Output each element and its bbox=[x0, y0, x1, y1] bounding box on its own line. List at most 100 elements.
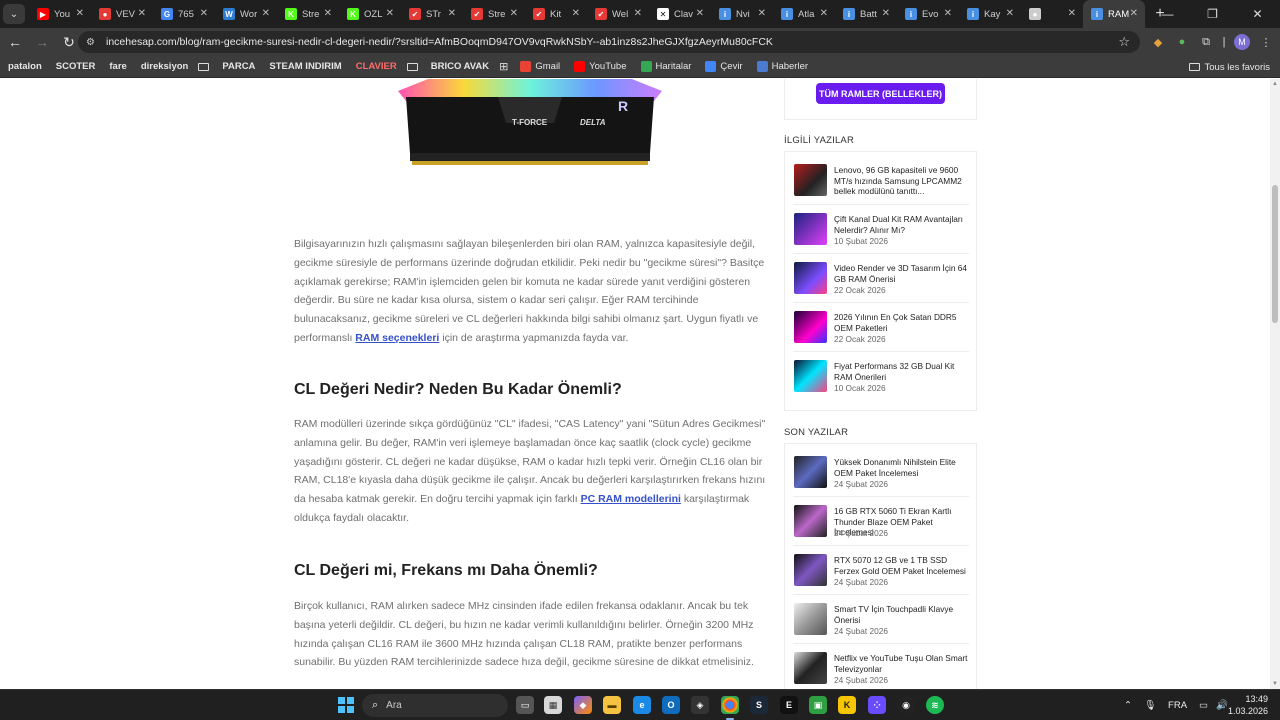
bookmark-star-icon[interactable]: ☆ bbox=[1118, 34, 1130, 50]
browser-tab[interactable]: i Evo ✕ bbox=[897, 0, 959, 28]
site-info-icon[interactable]: ⚙ bbox=[86, 37, 104, 48]
browser-tab[interactable]: i Kay ✕ bbox=[959, 0, 1021, 28]
scroll-up-icon[interactable]: ▲ bbox=[1272, 81, 1278, 87]
close-window-button[interactable]: ✕ bbox=[1235, 0, 1280, 28]
post-title[interactable]: Fiyat Performans 32 GB Dual Kit RAM Öner… bbox=[834, 361, 970, 382]
sidebar-post-item[interactable]: Netflix ve YouTube Tuşu Olan Smart Telev… bbox=[793, 644, 969, 689]
tab-close-icon[interactable]: ✕ bbox=[572, 8, 580, 19]
url-text[interactable]: incehesap.com/blog/ram-gecikme-suresi-ne… bbox=[106, 36, 773, 48]
spotify-icon[interactable]: ≋ bbox=[926, 696, 944, 714]
tab-close-icon[interactable]: ✕ bbox=[386, 8, 394, 19]
sidebar-post-item[interactable]: 2026 Yılının En Çok Satan DDR5 OEM Paket… bbox=[793, 303, 969, 352]
post-title[interactable]: 2026 Yılının En Çok Satan DDR5 OEM Paket… bbox=[834, 312, 970, 333]
bookmark-item[interactable]: STEAM INDIRIM bbox=[269, 61, 341, 72]
post-thumbnail-image[interactable] bbox=[794, 603, 827, 635]
post-title[interactable]: Lenovo, 96 GB kapasiteli ve 9600 MT/s hı… bbox=[834, 165, 970, 197]
post-title[interactable]: Video Render ve 3D Tasarım İçin 64 GB RA… bbox=[834, 263, 970, 284]
task-view-icon[interactable]: ▭ bbox=[516, 696, 534, 714]
store-icon[interactable]: ▦ bbox=[544, 696, 562, 714]
tab-close-icon[interactable]: ✕ bbox=[510, 8, 518, 19]
bookmark-item[interactable]: BRICO AVAK bbox=[431, 61, 489, 72]
bookmark-item[interactable]: direksiyon bbox=[141, 61, 189, 72]
browser-tab[interactable]: ✔ Kit ✕ bbox=[525, 0, 587, 28]
tab-close-icon[interactable]: ✕ bbox=[138, 8, 146, 19]
bookmark-folder-icon[interactable] bbox=[198, 62, 210, 71]
sidebar-post-item[interactable]: 16 GB RTX 5060 Ti Ekran Kartlı Thunder B… bbox=[793, 497, 969, 546]
browser-tab[interactable]: ✔ Wel ✕ bbox=[587, 0, 649, 28]
browser-tab[interactable]: K Stre ✕ bbox=[277, 0, 339, 28]
browser-tab[interactable]: K OZL ✕ bbox=[339, 0, 401, 28]
all-rams-button[interactable]: TÜM RAMLER (BELLEKLER) bbox=[816, 83, 945, 104]
tab-close-icon[interactable]: ✕ bbox=[634, 8, 642, 19]
bookmark-item[interactable]: SCOTER bbox=[56, 61, 96, 72]
browser-tab[interactable]: i Nvi ✕ bbox=[711, 0, 773, 28]
bookmark-item[interactable]: CLAVIER bbox=[356, 61, 397, 72]
tab-close-icon[interactable]: ✕ bbox=[758, 8, 766, 19]
sidebar-post-item[interactable]: Fiyat Performans 32 GB Dual Kit RAM Öner… bbox=[793, 352, 969, 401]
post-thumbnail-image[interactable] bbox=[794, 311, 827, 343]
bookmark-item[interactable]: Gmail bbox=[520, 61, 560, 72]
tab-close-icon[interactable]: ✕ bbox=[448, 8, 456, 19]
network-icon[interactable]: ▭ bbox=[1199, 700, 1208, 711]
bookmark-item[interactable]: YouTube bbox=[574, 61, 627, 72]
edge-icon[interactable]: e bbox=[633, 696, 651, 714]
taskbar-clock[interactable]: 13:49 1.03.2026 bbox=[1228, 693, 1268, 717]
grid-app-icon[interactable]: ⁘ bbox=[868, 696, 886, 714]
extensions-puzzle-icon[interactable]: ⧉ bbox=[1196, 32, 1216, 52]
chrome-icon[interactable] bbox=[721, 696, 739, 714]
browser-tab[interactable]: G 765 ✕ bbox=[153, 0, 215, 28]
start-button[interactable] bbox=[338, 697, 354, 713]
sidebar-post-item[interactable]: Video Render ve 3D Tasarım İçin 64 GB RA… bbox=[793, 254, 969, 303]
game-app-icon[interactable]: ▣ bbox=[809, 696, 827, 714]
post-title[interactable]: Netflix ve YouTube Tuşu Olan Smart Telev… bbox=[834, 653, 970, 674]
browser-tab[interactable]: i Atla ✕ bbox=[773, 0, 835, 28]
language-indicator[interactable]: FRA bbox=[1168, 700, 1187, 711]
post-title[interactable]: Yüksek Donanımlı Nihilstein Elite OEM Pa… bbox=[834, 457, 970, 478]
extension-icon-2[interactable]: ● bbox=[1172, 32, 1192, 52]
browser-tab[interactable]: ✔ Stre ✕ bbox=[463, 0, 525, 28]
app-icon[interactable]: ◈ bbox=[691, 696, 709, 714]
post-thumbnail-image[interactable] bbox=[794, 554, 827, 586]
post-title[interactable]: RTX 5070 12 GB ve 1 TB SSD Ferzex Gold O… bbox=[834, 555, 970, 576]
extension-icon[interactable]: ◆ bbox=[1148, 32, 1168, 52]
bookmark-item[interactable]: Haritalar bbox=[640, 61, 691, 72]
post-thumbnail-image[interactable] bbox=[794, 262, 827, 294]
post-title[interactable]: Smart TV İçin Touchpadli Klavye Önerisi bbox=[834, 604, 970, 625]
address-bar[interactable]: ⚙ incehesap.com/blog/ram-gecikme-suresi-… bbox=[78, 31, 1140, 53]
minimize-button[interactable]: — bbox=[1145, 0, 1190, 28]
browser-tab[interactable]: i RAM ✕ bbox=[1083, 0, 1145, 28]
bookmark-item[interactable]: Haberler bbox=[756, 61, 808, 72]
post-thumbnail-image[interactable] bbox=[794, 213, 827, 245]
browser-tab[interactable]: ▶ You ✕ bbox=[29, 0, 91, 28]
tab-close-icon[interactable]: ✕ bbox=[1006, 8, 1014, 19]
tab-close-icon[interactable]: ✕ bbox=[696, 8, 704, 19]
volume-icon[interactable]: 🔊 bbox=[1216, 700, 1228, 711]
app-k-icon[interactable]: K bbox=[838, 696, 856, 714]
apps-grid-icon[interactable]: ⊞ bbox=[499, 60, 508, 73]
tab-close-icon[interactable]: ✕ bbox=[1130, 8, 1138, 19]
tab-close-icon[interactable]: ✕ bbox=[882, 8, 890, 19]
steam-icon[interactable]: S bbox=[750, 696, 768, 714]
post-thumbnail-image[interactable] bbox=[794, 164, 827, 196]
forward-button[interactable]: → bbox=[30, 30, 54, 54]
file-explorer-icon[interactable]: ▬ bbox=[603, 696, 621, 714]
ram-options-link[interactable]: RAM seçenekleri bbox=[355, 332, 439, 344]
post-thumbnail-image[interactable] bbox=[794, 456, 827, 488]
tab-close-icon[interactable]: ✕ bbox=[944, 8, 952, 19]
bookmark-item[interactable]: patalon bbox=[8, 61, 42, 72]
bookmark-item[interactable]: PARCA bbox=[222, 61, 255, 72]
scroll-down-icon[interactable]: ▼ bbox=[1272, 681, 1278, 687]
outlook-icon[interactable]: O bbox=[662, 696, 680, 714]
browser-tab[interactable]: W Wor ✕ bbox=[215, 0, 277, 28]
scrollbar-thumb[interactable] bbox=[1272, 185, 1278, 323]
browser-tab[interactable]: i Batt ✕ bbox=[835, 0, 897, 28]
post-thumbnail-image[interactable] bbox=[794, 360, 827, 392]
taskbar-search[interactable]: ⌕ Ara bbox=[362, 694, 508, 717]
menu-kebab-icon[interactable]: ⋮ bbox=[1256, 32, 1276, 52]
back-button[interactable]: ← bbox=[3, 30, 27, 54]
browser-tab[interactable]: ✔ STr ✕ bbox=[401, 0, 463, 28]
microphone-icon[interactable]: 🎙 bbox=[1144, 700, 1156, 711]
sidebar-post-item[interactable]: Yüksek Donanımlı Nihilstein Elite OEM Pa… bbox=[793, 448, 969, 497]
sidebar-post-item[interactable]: Lenovo, 96 GB kapasiteli ve 9600 MT/s hı… bbox=[793, 156, 969, 205]
copilot-icon[interactable]: ◆ bbox=[574, 696, 592, 714]
